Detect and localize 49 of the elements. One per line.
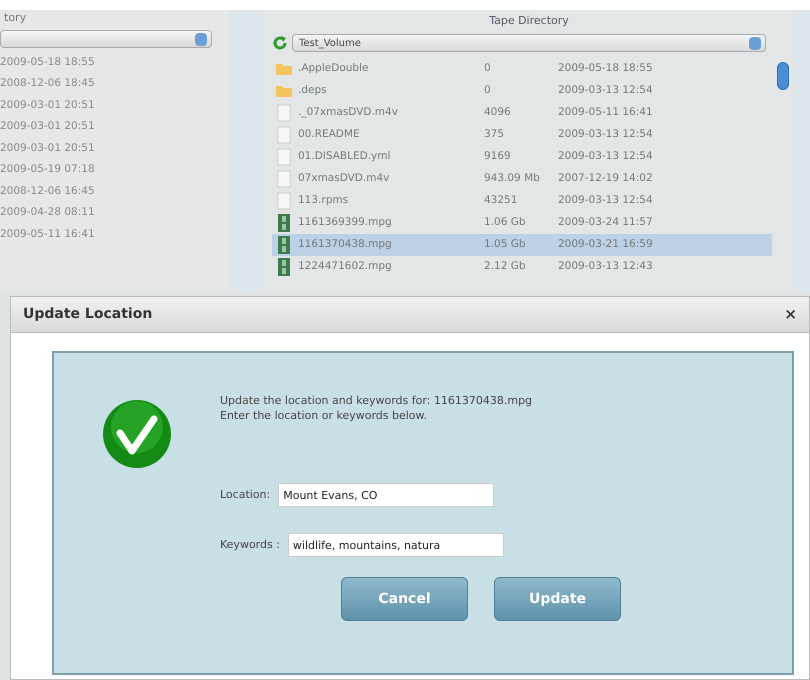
checkmark-icon <box>100 397 174 471</box>
date-cell-text: 2009-05-19 07:18 <box>0 162 96 178</box>
date-cell-text: 2009-05-11 16:41 <box>0 226 96 242</box>
document-icon <box>277 148 291 166</box>
field-label: Location: <box>220 486 270 503</box>
panel-title: Tape Directory <box>489 14 569 27</box>
file-row[interactable]: .AppleDouble 0 2009-05-18 18:55 <box>272 58 772 80</box>
file-row[interactable]: 01.DISABLED.yml 9169 2009-03-13 12:54 <box>272 146 772 168</box>
folder-icon <box>275 84 293 98</box>
file-row[interactable]: ._07xmasDVD.m4v 4096 2009-05-11 16:41 <box>272 102 772 124</box>
date-cell-text: 2008-12-06 16:45 <box>0 184 96 199</box>
refresh-icon[interactable] <box>272 35 288 51</box>
document-icon <box>277 126 291 144</box>
message-text: Enter the location or keywords below. <box>220 408 428 423</box>
document-icon <box>277 192 291 210</box>
file-row[interactable]: 1161370438.mpg 1.05 Gb 2009-03-21 16:59 <box>272 234 772 256</box>
document-icon <box>277 170 291 188</box>
folder-icon <box>275 62 293 76</box>
file-row[interactable]: 113.rpms 43251 2009-03-13 12:54 <box>272 190 772 212</box>
date-cell-text: 2009-04-28 08:11 <box>0 205 96 220</box>
date-cell-text: 2008-12-06 18:45 <box>0 76 96 92</box>
dialog-button[interactable]: Update <box>494 577 621 621</box>
message-text: Update the location and keywords for: 1161370438.mpg <box>220 393 534 408</box>
input-field[interactable]: Mount Evans, CO <box>278 483 494 507</box>
input-field[interactable]: wildlife, mountains, natura <box>288 533 504 557</box>
field-label: Keywords : <box>220 536 280 553</box>
stepper-icon <box>195 32 207 46</box>
folder-select[interactable] <box>0 30 212 48</box>
file-row[interactable]: .deps 0 2009-03-13 12:54 <box>272 80 772 102</box>
film-icon <box>278 236 290 254</box>
date-cell-text: 2009-05-18 18:55 <box>0 54 96 70</box>
document-icon <box>277 104 291 122</box>
volume-select[interactable]: Test_Volume <box>292 34 766 52</box>
film-icon <box>278 214 290 232</box>
panel-title: tory <box>4 11 26 24</box>
file-row[interactable]: 1161369399.mpg 1.06 Gb 2009-03-24 11:57 <box>272 212 772 234</box>
file-row[interactable]: 07xmasDVD.m4v 943.09 Mb 2007-12-19 14:02 <box>272 168 772 190</box>
stepper-icon <box>749 36 761 50</box>
file-row[interactable]: 1224471602.mpg 2.12 Gb 2009-03-13 12:43 <box>272 256 772 278</box>
date-cell-text: 2009-03-01 20:51 <box>0 98 96 113</box>
select-value: Test_Volume <box>299 36 361 50</box>
close-button[interactable]: × <box>784 307 797 322</box>
scrollbar-thumb[interactable] <box>777 62 789 90</box>
file-row[interactable]: 00.README 375 2009-03-13 12:54 <box>272 124 772 146</box>
film-icon <box>278 258 290 276</box>
dialog-button[interactable]: Cancel <box>341 577 468 621</box>
dialog-title: Update Location <box>23 305 152 324</box>
date-cell-text: 2009-03-01 20:51 <box>0 140 96 156</box>
date-cell-text: 2009-03-01 20:51 <box>0 119 96 134</box>
